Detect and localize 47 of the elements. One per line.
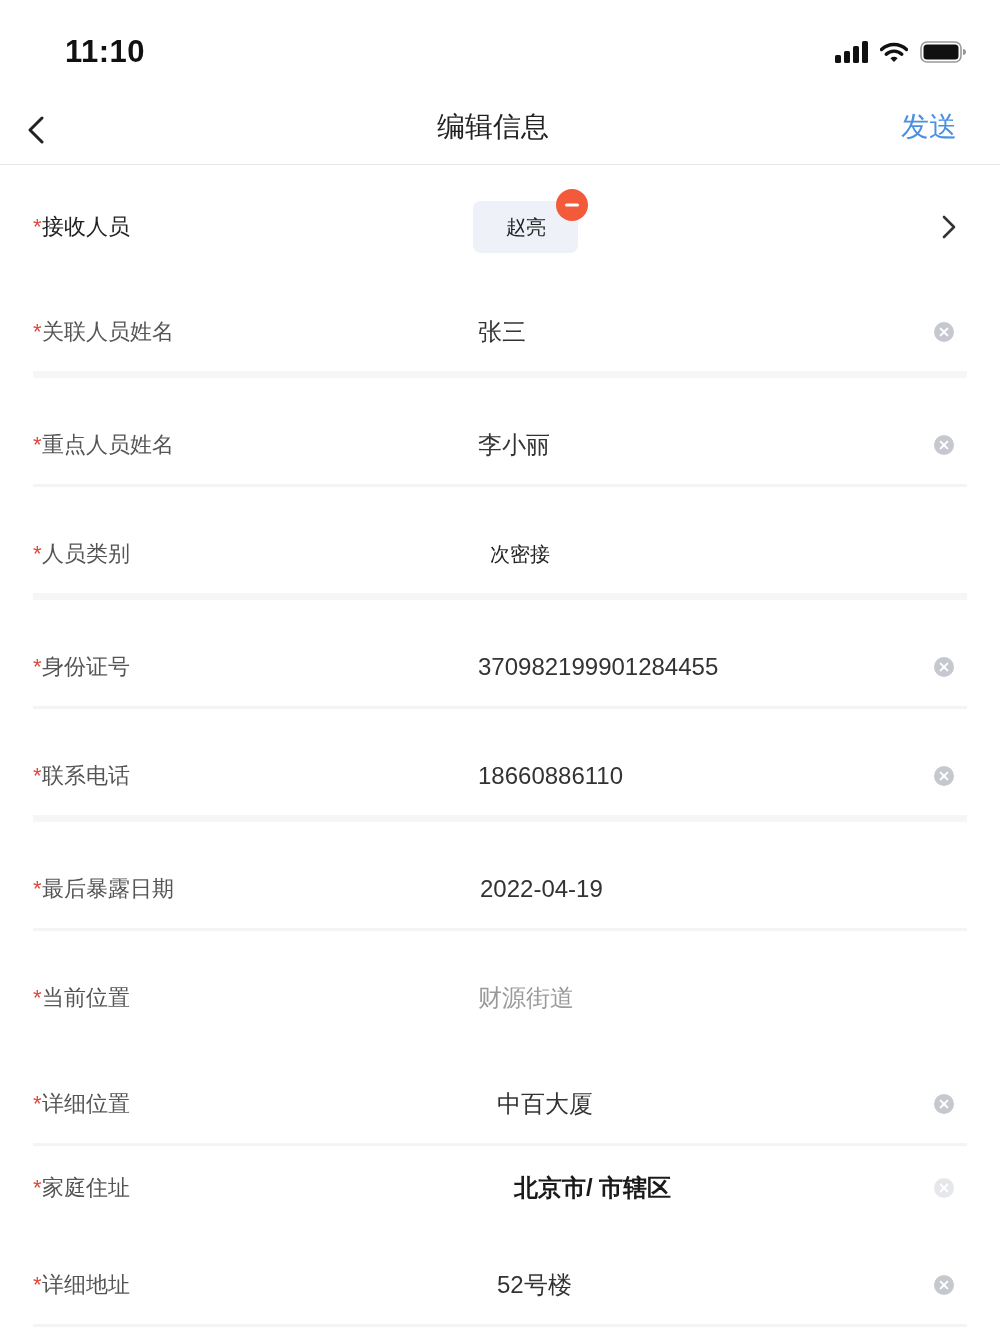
clear-icon[interactable] xyxy=(934,657,954,677)
field-label: 家庭住址 xyxy=(41,1174,130,1202)
clear-icon[interactable] xyxy=(934,435,954,455)
text-field[interactable]: 52号楼 xyxy=(478,1263,934,1307)
field-label: 人员类别 xyxy=(41,540,130,568)
required-mark: * xyxy=(33,432,42,458)
page-title: 编辑信息 xyxy=(436,110,549,144)
text-field[interactable]: 中百大厦 xyxy=(478,1082,934,1126)
chevron-right-icon[interactable] xyxy=(942,215,956,239)
text-field[interactable]: 张三 xyxy=(478,310,934,354)
wifi-icon xyxy=(880,41,908,63)
back-icon xyxy=(28,116,44,144)
field-label: 联系电话 xyxy=(41,762,130,790)
field-label: 接收人员 xyxy=(41,213,130,241)
clear-icon[interactable] xyxy=(934,766,954,786)
required-mark: * xyxy=(33,654,42,680)
field-label: 最后暴露日期 xyxy=(41,875,174,903)
required-mark: * xyxy=(33,876,42,902)
recipient-chip[interactable]: 赵亮 xyxy=(473,201,578,253)
signal-icon xyxy=(835,41,868,63)
battery-icon xyxy=(920,41,966,63)
field-label: 关联人员姓名 xyxy=(41,318,174,346)
clear-icon[interactable] xyxy=(934,1094,954,1114)
remove-icon[interactable] xyxy=(556,189,588,221)
region-field[interactable]: 北京市/ 市辖区 xyxy=(478,1166,934,1210)
field-label: 详细位置 xyxy=(41,1090,130,1118)
required-mark: * xyxy=(33,1091,42,1117)
field-label: 详细地址 xyxy=(41,1271,130,1299)
required-mark: * xyxy=(33,541,42,567)
clear-icon[interactable] xyxy=(934,1275,954,1295)
required-mark: * xyxy=(33,985,42,1011)
text-field[interactable]: 370982199901284455 xyxy=(478,645,934,689)
field-label: 当前位置 xyxy=(41,984,130,1012)
required-mark: * xyxy=(33,319,42,345)
date-field[interactable]: 2022-04-19 xyxy=(478,867,967,911)
clear-icon[interactable] xyxy=(934,322,954,342)
field-label: 重点人员姓名 xyxy=(41,431,174,459)
required-mark: * xyxy=(33,1272,42,1298)
field-label: 身份证号 xyxy=(41,653,130,681)
text-field[interactable]: 18660886110 xyxy=(478,754,934,798)
back-button[interactable] xyxy=(28,116,44,144)
text-field[interactable]: 李小丽 xyxy=(478,423,934,467)
status-time: 11:10 xyxy=(65,34,146,70)
select-field[interactable]: 次密接 xyxy=(478,532,967,576)
required-mark: * xyxy=(33,214,42,240)
required-mark: * xyxy=(33,763,42,789)
required-mark: * xyxy=(33,1175,42,1201)
